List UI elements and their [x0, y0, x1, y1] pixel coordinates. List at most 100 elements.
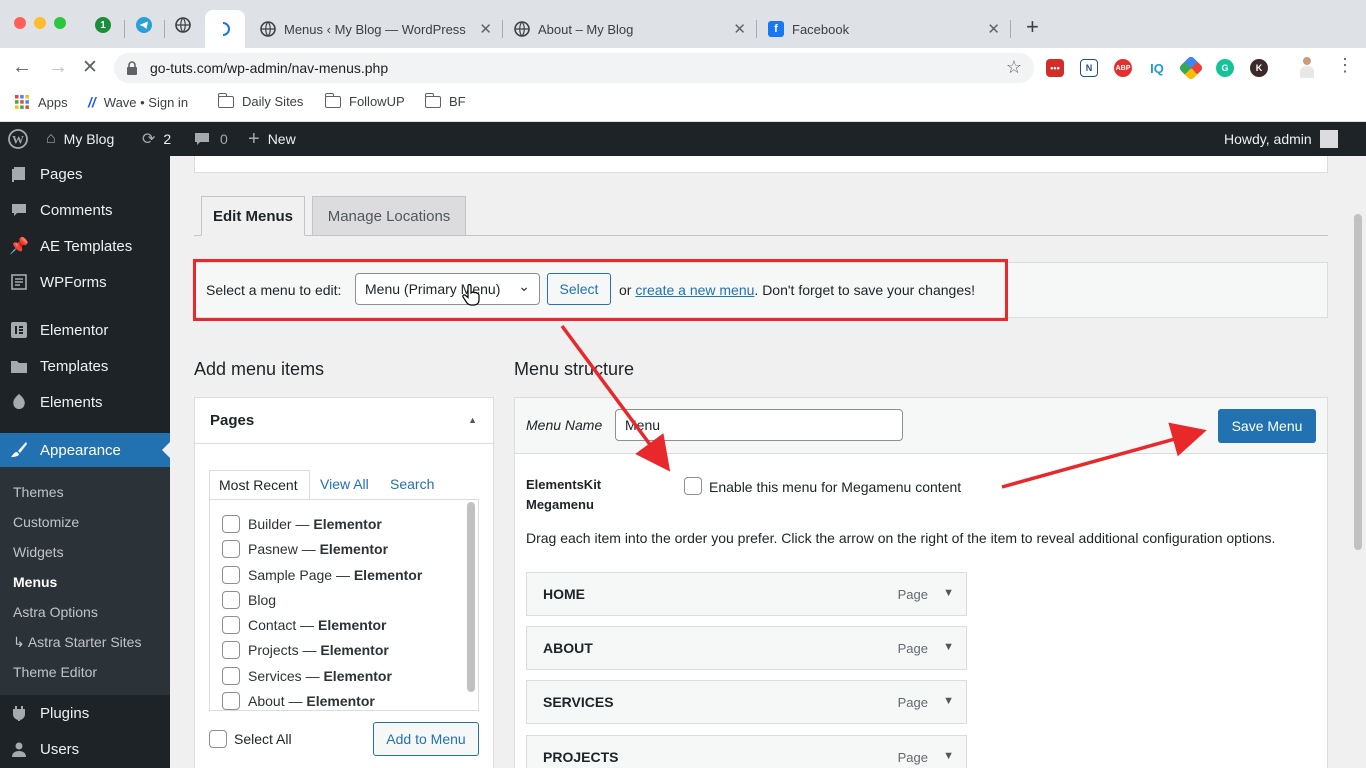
page-checkbox[interactable]	[222, 591, 240, 609]
menu-item-about[interactable]: ABOUT Page ▼	[526, 626, 967, 670]
bookmark-star-icon[interactable]: ☆	[1006, 57, 1022, 78]
colorful-icon[interactable]	[1178, 55, 1204, 81]
save-menu-button[interactable]: Save Menu	[1218, 409, 1316, 443]
bookmark-bf[interactable]: BF	[424, 92, 466, 109]
page-scrollbar-thumb[interactable]	[1354, 214, 1362, 550]
adblock-icon[interactable]: ABP	[1114, 59, 1132, 77]
address-bar[interactable]: go-tuts.com/wp-admin/nav-menus.php ☆	[114, 53, 1034, 83]
scrolled-panel-edge	[194, 156, 1328, 173]
stop-loading-icon[interactable]: ✕	[82, 56, 98, 79]
sidebar-item-users[interactable]: Users	[0, 732, 170, 766]
bookmark-label: BF	[449, 94, 466, 109]
submenu-theme-editor[interactable]: Theme Editor	[13, 664, 97, 680]
elementor-icon	[10, 321, 28, 339]
k-icon[interactable]: K	[1250, 59, 1268, 77]
page-checkbox[interactable]	[222, 540, 240, 558]
new-tab-button[interactable]: +	[1026, 16, 1039, 38]
submenu-widgets[interactable]: Widgets	[13, 544, 64, 560]
grammarly-icon[interactable]: G	[1216, 59, 1234, 77]
page-checkbox[interactable]	[222, 616, 240, 634]
tab-manage-locations[interactable]: Manage Locations	[312, 196, 466, 236]
iq-icon[interactable]: IQ	[1148, 59, 1166, 77]
tab-edit-menus[interactable]: Edit Menus	[201, 196, 305, 236]
menu-item-home[interactable]: HOME Page ▼	[526, 572, 967, 616]
sidebar-item-label: Elements	[40, 393, 103, 411]
submenu-customize[interactable]: Customize	[13, 514, 79, 530]
close-window-button[interactable]	[14, 17, 26, 29]
comments-link[interactable]: 0	[194, 122, 228, 156]
menu-name-label: Menu Name	[526, 417, 603, 433]
tab-loading[interactable]	[205, 10, 245, 48]
page-checkbox[interactable]	[222, 667, 240, 685]
globe-icon	[175, 17, 191, 33]
forward-arrow-icon[interactable]: →	[48, 56, 68, 79]
sidebar-item-ae-templates[interactable]: 📌 AE Templates	[0, 229, 170, 263]
menu-item-title: PROJECTS	[543, 749, 619, 765]
page-item-label: About — Elementor	[248, 693, 375, 709]
checklist-scrollbar[interactable]	[467, 502, 475, 692]
page-checkbox[interactable]	[222, 566, 240, 584]
page-checkbox[interactable]	[222, 641, 240, 659]
maximize-window-button[interactable]	[54, 17, 66, 29]
pinned-tab-telegram[interactable]	[133, 14, 155, 36]
sidebar-item-appearance[interactable]: Appearance	[0, 433, 170, 467]
bookmark-followup[interactable]: FollowUP	[324, 92, 405, 109]
minimize-window-button[interactable]	[34, 17, 46, 29]
chrome-menu-icon[interactable]: ⋮	[1336, 56, 1354, 74]
sidebar-item-plugins[interactable]: Plugins	[0, 696, 170, 730]
expand-arrow-icon[interactable]: ▼	[943, 695, 954, 707]
browser-toolbar: ← → ✕ go-tuts.com/wp-admin/nav-menus.php…	[0, 48, 1366, 88]
menu-name-input[interactable]: Menu	[615, 409, 903, 441]
annotation-highlight-box	[193, 259, 1008, 321]
megamenu-checkbox[interactable]	[684, 477, 702, 495]
expand-arrow-icon[interactable]: ▼	[943, 587, 954, 599]
site-name-link[interactable]: ⌂ My Blog	[46, 122, 114, 156]
add-to-menu-button[interactable]: Add to Menu	[373, 722, 479, 756]
tab-menus-wordpress[interactable]: Menus ‹ My Blog — WordPress ✕	[250, 10, 500, 48]
back-arrow-icon[interactable]: ←	[12, 56, 32, 79]
page-checkbox[interactable]	[222, 692, 240, 710]
bookmark-label: FollowUP	[349, 94, 405, 109]
updates-link[interactable]: ⟳ 2	[142, 122, 171, 156]
wp-logo-icon[interactable]: W	[8, 122, 28, 156]
expand-arrow-icon[interactable]: ▼	[943, 641, 954, 653]
pages-accordion-header[interactable]: Pages ▲	[195, 398, 493, 444]
menu-item-services[interactable]: SERVICES Page ▼	[526, 680, 967, 724]
sidebar-item-pages[interactable]: Pages	[0, 157, 170, 191]
sidebar-item-comments[interactable]: Comments	[0, 193, 170, 227]
notion-icon[interactable]: N	[1080, 59, 1098, 77]
page-item-label: Sample Page — Elementor	[248, 567, 423, 583]
close-tab-icon[interactable]: ✕	[733, 20, 746, 38]
sidebar-item-label: WPForms	[40, 273, 107, 291]
new-content-link[interactable]: + New	[248, 122, 296, 156]
account-menu[interactable]: Howdy, admin	[1224, 122, 1338, 156]
tab-about-my-blog[interactable]: About – My Blog ✕	[504, 10, 754, 48]
expand-arrow-icon[interactable]: ▼	[943, 750, 954, 762]
select-all-checkbox[interactable]	[209, 730, 227, 748]
submenu-themes[interactable]: Themes	[13, 484, 64, 500]
submenu-astra-starter-sites[interactable]: ↳ Astra Starter Sites	[13, 634, 141, 651]
lastpass-icon[interactable]: •••	[1046, 59, 1064, 77]
submenu-menus[interactable]: Menus	[13, 574, 57, 590]
menu-item-projects[interactable]: PROJECTS Page ▼	[526, 735, 967, 768]
subtab-view-all[interactable]: View All	[320, 476, 369, 492]
close-tab-icon[interactable]: ✕	[479, 20, 492, 38]
subtab-search[interactable]: Search	[390, 476, 434, 492]
pinned-tab-1password[interactable]: 1	[92, 14, 114, 36]
wp-admin-bar: W ⌂ My Blog ⟳ 2 0 + New Howdy, admin	[0, 122, 1366, 156]
tab-facebook[interactable]: f Facebook ✕	[758, 10, 1008, 48]
sidebar-item-templates[interactable]: Templates	[0, 349, 170, 383]
sidebar-item-elements[interactable]: Elements	[0, 385, 170, 419]
bookmark-wave[interactable]: // Wave • Sign in	[88, 94, 188, 110]
bookmark-daily-sites[interactable]: Daily Sites	[217, 92, 303, 109]
sidebar-item-elementor[interactable]: Elementor	[0, 313, 170, 347]
profile-avatar[interactable]	[1298, 57, 1316, 79]
pinned-tab-globe[interactable]	[172, 14, 194, 36]
bookmark-apps[interactable]: Apps	[14, 94, 68, 110]
page-checkbox[interactable]	[222, 515, 240, 533]
1password-icon: 1	[95, 17, 111, 33]
sidebar-item-wpforms[interactable]: WPForms	[0, 265, 170, 299]
subtab-most-recent[interactable]: Most Recent	[209, 470, 310, 500]
close-tab-icon[interactable]: ✕	[987, 20, 1000, 38]
submenu-astra-options[interactable]: Astra Options	[13, 604, 98, 620]
